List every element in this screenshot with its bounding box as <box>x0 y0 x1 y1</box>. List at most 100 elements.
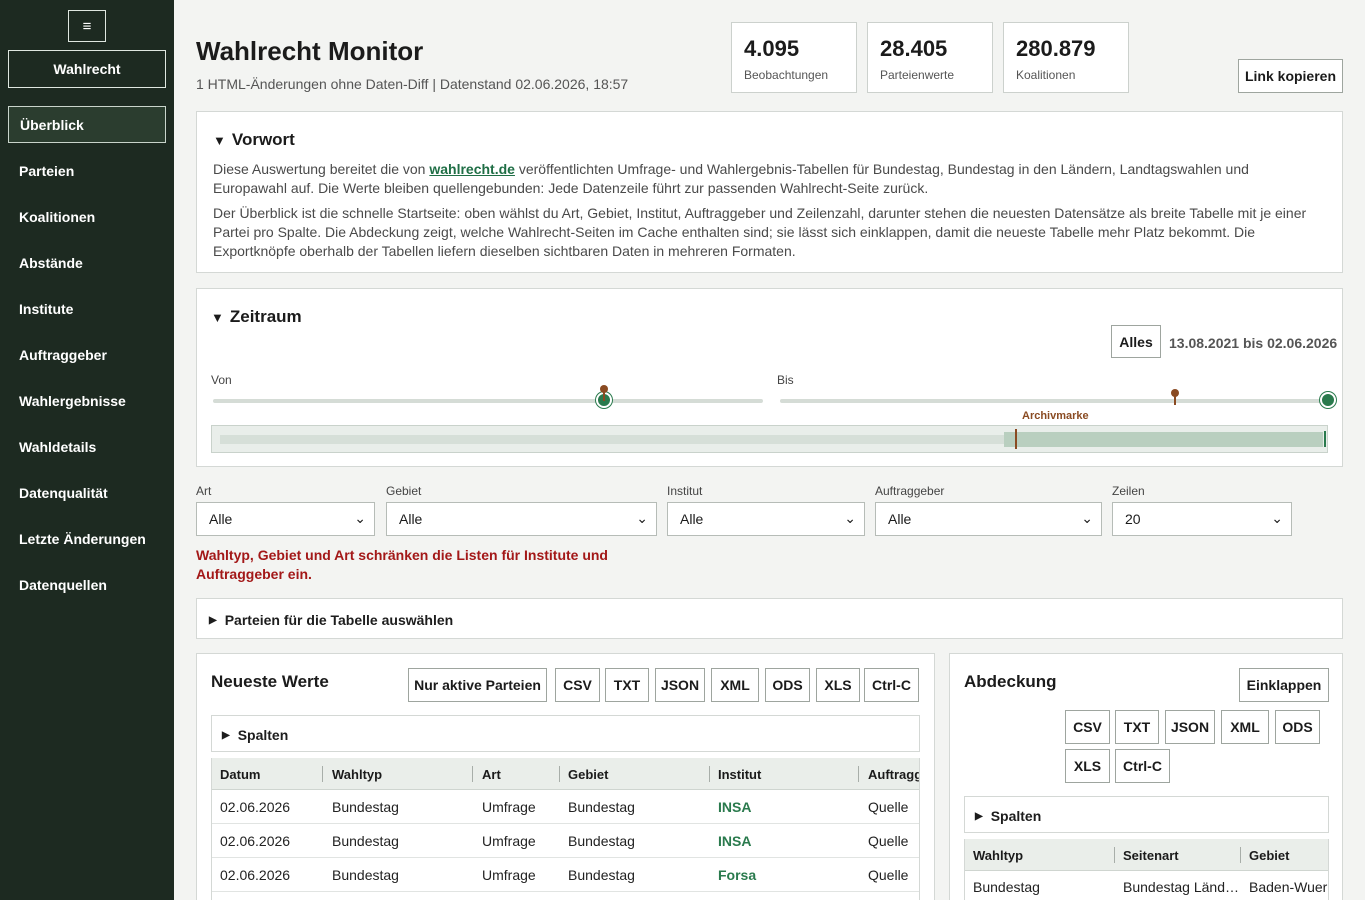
wahlrecht-link[interactable]: wahlrecht.de <box>429 161 515 177</box>
sidebar-item-auftraggeber[interactable]: Auftraggeber <box>8 336 166 373</box>
parteien-toggle[interactable]: ▶ Parteien für die Tabelle auswählen <box>209 612 453 628</box>
parteien-toggle-label: Parteien für die Tabelle auswählen <box>224 612 454 628</box>
col-header-art[interactable]: Art <box>482 758 501 790</box>
archive-label: Archivmarke <box>1022 410 1089 422</box>
art-select[interactable]: Alle ⌄ <box>196 502 375 536</box>
cell-quelle-link[interactable]: Quelle <box>868 858 908 892</box>
table-row: 02.06.2026 Bundestag Umfrage Bundestag I… <box>212 790 919 824</box>
export-csv-button[interactable]: CSV <box>1065 710 1110 744</box>
col-resize-handle[interactable] <box>472 766 473 782</box>
sidebar-item-parteien[interactable]: Parteien <box>8 152 166 189</box>
col-header-wahltyp[interactable]: Wahltyp <box>332 758 382 790</box>
from-label: Von <box>211 373 232 387</box>
zeitraum-panel: ▼ Zeitraum Alles 13.08.2021 bis 02.06.202… <box>196 288 1343 467</box>
all-range-button[interactable]: Alles <box>1111 325 1161 358</box>
columns-toggle-label: Spalten <box>237 727 289 743</box>
art-label: Art <box>196 484 212 498</box>
col-resize-handle[interactable] <box>322 766 323 782</box>
export-csv-button[interactable]: CSV <box>555 668 600 702</box>
institut-select[interactable]: Alle ⌄ <box>667 502 865 536</box>
col-resize-handle[interactable] <box>709 766 710 782</box>
vorwort-title: Vorwort <box>231 130 295 149</box>
export-json-button[interactable]: JSON <box>1165 710 1215 744</box>
vorwort-paragraph-2: Der Überblick ist die schnelle Startseit… <box>213 205 1307 259</box>
cell-institut-link[interactable]: INSA <box>718 790 751 824</box>
columns-toggle[interactable]: ▶ Spalten <box>222 727 288 743</box>
col-header-institut[interactable]: Institut <box>718 758 761 790</box>
sidebar-item-abstaende[interactable]: Abstände <box>8 244 166 281</box>
archive-dot-icon <box>599 385 608 393</box>
col-resize-handle[interactable] <box>559 766 560 782</box>
col-resize-handle[interactable] <box>1114 847 1115 863</box>
sidebar-item-wahldetails[interactable]: Wahldetails <box>8 428 166 465</box>
sidebar-item-ueberblick[interactable]: Überblick <box>8 106 166 143</box>
stat-label: Koalitionen <box>1016 68 1076 82</box>
active-parties-button[interactable]: Nur aktive Parteien <box>408 668 547 702</box>
columns-toggle[interactable]: ▶ Spalten <box>975 808 1041 824</box>
zeitraum-title: Zeitraum <box>229 307 302 326</box>
triangle-right-icon: ▶ <box>209 614 217 626</box>
sidebar-item-datenqualitaet[interactable]: Datenqualität <box>8 474 166 511</box>
abdeckung-panel: Abdeckung Einklappen CSV TXT JSON XML OD… <box>949 653 1343 900</box>
zeitraum-toggle[interactable]: ▼ Zeitraum <box>211 307 302 327</box>
cell-wahltyp: Bundestag <box>332 799 399 815</box>
stat-label: Parteienwerte <box>880 68 955 82</box>
col-header-seitenart[interactable]: Seitenart <box>1123 839 1179 871</box>
abdeckung-table: Wahltyp Seitenart Gebiet Bundestag Bunde… <box>964 839 1329 900</box>
cell-datum: 02.06.2026 <box>220 833 291 849</box>
export-xml-button[interactable]: XML <box>1221 710 1269 744</box>
to-slider-handle[interactable] <box>1320 392 1336 408</box>
vorwort-toggle[interactable]: ▼ Vorwort <box>213 130 295 150</box>
export-xls-button[interactable]: XLS <box>816 668 860 702</box>
sidebar-item-wahlergebnisse[interactable]: Wahlergebnisse <box>8 382 166 419</box>
export-json-button[interactable]: JSON <box>655 668 705 702</box>
range-overview-bar <box>211 425 1328 453</box>
export-xls-button[interactable]: XLS <box>1065 749 1110 783</box>
stat-value: 28.405 <box>880 36 948 61</box>
from-slider-track[interactable] <box>213 385 763 408</box>
collapse-button[interactable]: Einklappen <box>1239 668 1329 702</box>
export-txt-button[interactable]: TXT <box>1115 710 1159 744</box>
col-header-auftraggeber[interactable]: Auftragg <box>868 758 919 790</box>
col-header-wahltyp[interactable]: Wahltyp <box>973 839 1023 871</box>
stat-card-parteienwerte: 28.405 Parteienwerte <box>867 22 993 93</box>
sidebar-item-datenquellen[interactable]: Datenquellen <box>8 566 166 603</box>
to-slider-track[interactable] <box>780 389 1336 408</box>
zeilen-select[interactable]: 20 ⌄ <box>1112 502 1292 536</box>
sidebar-item-koalitionen[interactable]: Koalitionen <box>8 198 166 235</box>
cell-institut-link[interactable]: INSA <box>718 824 751 858</box>
export-copy-button[interactable]: Ctrl-C <box>1115 749 1170 783</box>
export-txt-button[interactable]: TXT <box>605 668 649 702</box>
col-header-gebiet[interactable]: Gebiet <box>568 758 608 790</box>
cell-quelle-link[interactable]: Quelle <box>868 790 908 824</box>
from-archive-tick <box>599 385 608 401</box>
brand-button[interactable]: Wahlrecht <box>8 50 166 88</box>
hamburger-icon[interactable]: ≡ <box>68 10 106 42</box>
vorwort-text: Diese Auswertung bereitet die von <box>213 161 430 177</box>
filter-warning: Wahltyp, Gebiet und Art schränken die Li… <box>196 547 608 582</box>
cell-art: Umfrage <box>482 833 536 849</box>
cell-gebiet: Bundestag <box>568 799 635 815</box>
sidebar-item-letzte-aenderungen[interactable]: Letzte Änderungen <box>8 520 166 557</box>
export-ods-button[interactable]: ODS <box>1275 710 1320 744</box>
auftraggeber-select[interactable]: Alle ⌄ <box>875 502 1102 536</box>
col-resize-handle[interactable] <box>858 766 859 782</box>
col-resize-handle[interactable] <box>1240 847 1241 863</box>
columns-details: ▶ Spalten <box>964 796 1329 833</box>
export-copy-button[interactable]: Ctrl-C <box>864 668 919 702</box>
cell-institut-link[interactable]: Forsa <box>718 858 756 892</box>
range-text: 13.08.2021 bis 02.06.2026 <box>1169 335 1338 351</box>
cell-quelle-link[interactable]: Quelle <box>868 824 908 858</box>
cell-wahltyp: Bundestag <box>332 833 399 849</box>
cell-wahltyp: Bundestag <box>973 879 1040 895</box>
export-ods-button[interactable]: ODS <box>765 668 810 702</box>
chevron-down-icon: ⌄ <box>844 510 856 526</box>
sidebar-item-institute[interactable]: Institute <box>8 290 166 327</box>
export-xml-button[interactable]: XML <box>711 668 759 702</box>
col-header-gebiet[interactable]: Gebiet <box>1249 839 1289 871</box>
col-header-datum[interactable]: Datum <box>220 758 260 790</box>
gebiet-select[interactable]: Alle ⌄ <box>386 502 657 536</box>
cell-gebiet: Baden-Wuer <box>1249 879 1328 895</box>
copy-link-button[interactable]: Link kopieren <box>1238 59 1343 93</box>
triangle-down-icon: ▼ <box>211 310 224 325</box>
